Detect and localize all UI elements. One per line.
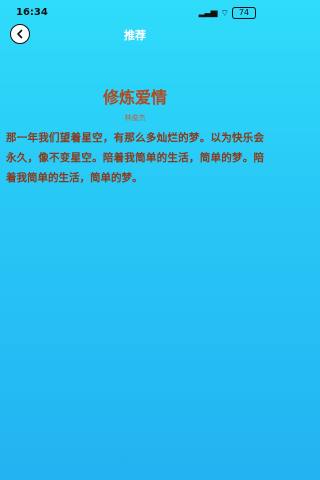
page-title: 推荐 — [124, 29, 146, 42]
status-time: 16:34 — [16, 7, 48, 18]
signal-icon: ▂▃▅ — [198, 8, 218, 18]
status-icons: ▂▃▅ ⌔ 74 — [199, 7, 256, 19]
header: 推荐 — [0, 24, 270, 52]
article-author: 林俊杰 — [124, 114, 146, 122]
battery-icon: 74 — [232, 7, 256, 19]
wifi-icon: ⌔ — [220, 8, 230, 19]
article-body: 那一年我们望着星空，有那么多灿烂的梦。以为快乐会永久，像不变星空。陪着我简单的生… — [6, 132, 264, 184]
article-title: 修炼爱情 — [102, 88, 167, 107]
